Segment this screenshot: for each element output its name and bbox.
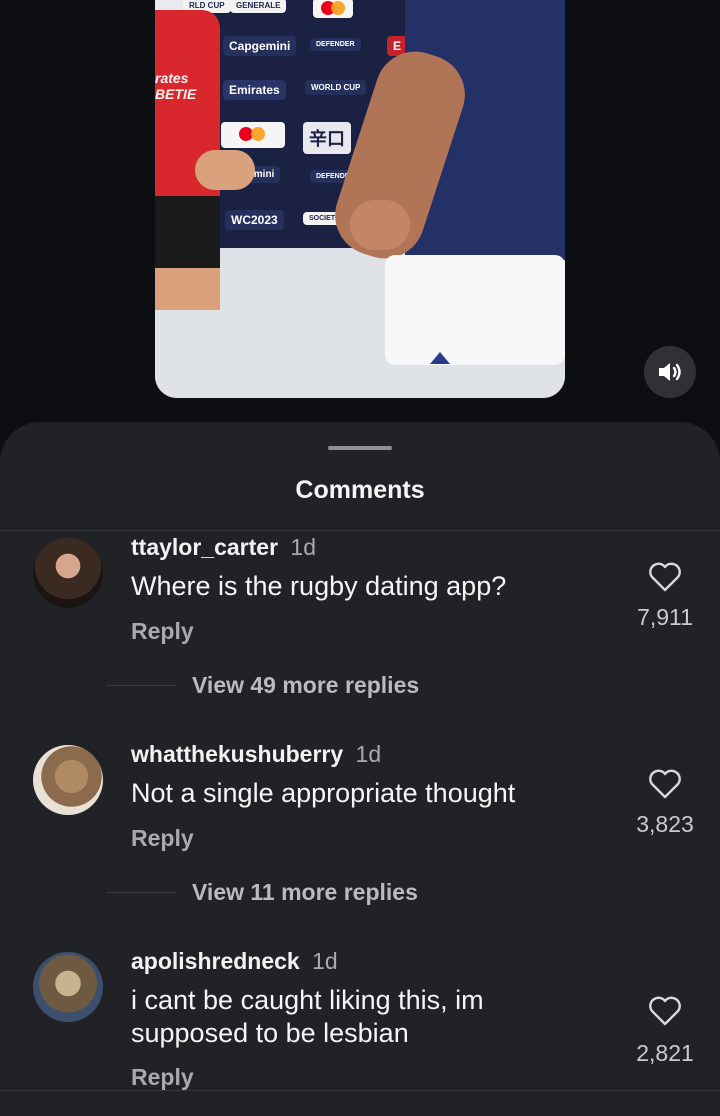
- player-right-shorts: [385, 255, 565, 365]
- sponsor-rugby-world-cup: WORLD CUP: [305, 80, 367, 95]
- comment-time: 1d: [355, 741, 382, 767]
- title-divider: [0, 530, 720, 531]
- avatar[interactable]: [33, 538, 103, 608]
- sponsor-capgemini: Capgemini: [223, 36, 297, 56]
- sponsor-generale: GENERALE: [230, 0, 287, 13]
- comment-username[interactable]: ttaylor_carter: [131, 534, 278, 560]
- comment-text: Where is the rugby dating app?: [131, 571, 507, 601]
- comments-sheet: Comments ttaylor_carter 1d Where is the …: [0, 422, 720, 1116]
- video-frame[interactable]: RLD CUP GENERALE Capgemini DEFENDER E Em…: [155, 0, 565, 398]
- replies-line: [106, 685, 176, 686]
- sheet-drag-handle[interactable]: [328, 446, 392, 450]
- comment-text: i cant be caught liking this, im suppose…: [131, 985, 484, 1048]
- mastercard-logo-2: [221, 122, 285, 148]
- comment-header: apolishredneck 1d: [131, 948, 338, 975]
- left-player-hands: [195, 150, 255, 190]
- heart-icon[interactable]: [648, 769, 682, 799]
- left-shirt-text: rates BETIE: [155, 70, 196, 102]
- comment-username[interactable]: apolishredneck: [131, 948, 300, 974]
- sponsor-emirates: Emirates: [223, 80, 286, 100]
- comment-username[interactable]: whatthekushuberry: [131, 741, 343, 767]
- comment-time: 1d: [312, 948, 338, 974]
- like-count: 3,823: [636, 811, 694, 837]
- volume-button[interactable]: [644, 346, 696, 398]
- left-shirt-betie: BETIE: [155, 86, 197, 102]
- reply-button[interactable]: Reply: [131, 825, 194, 852]
- reply-button[interactable]: Reply: [131, 1064, 194, 1091]
- heart-icon[interactable]: [648, 996, 682, 1026]
- replies-line: [106, 892, 176, 893]
- view-replies-button[interactable]: View 11 more replies: [192, 879, 418, 906]
- view-replies-button[interactable]: View 49 more replies: [192, 672, 419, 699]
- reply-button[interactable]: Reply: [131, 618, 194, 645]
- comment-text: Not a single appropriate thought: [131, 778, 516, 808]
- like-count: 7,911: [637, 604, 693, 630]
- heart-icon[interactable]: [648, 562, 682, 592]
- mastercard-logo: [313, 0, 353, 18]
- bottom-divider: [0, 1090, 720, 1091]
- like-count: 2,821: [636, 1040, 694, 1066]
- speaker-on-icon: [659, 363, 681, 381]
- sponsor-kanji: 辛口: [303, 122, 351, 154]
- comment-header: ttaylor_carter 1d: [131, 534, 316, 561]
- video-area[interactable]: RLD CUP GENERALE Capgemini DEFENDER E Em…: [0, 0, 720, 440]
- comment-time: 1d: [290, 534, 317, 560]
- left-shirt-emirates: rates: [155, 70, 189, 86]
- comment-header: whatthekushuberry 1d: [131, 741, 381, 768]
- avatar[interactable]: [33, 745, 103, 815]
- avatar[interactable]: [33, 952, 103, 1022]
- player-right-hands: [350, 200, 410, 250]
- comments-title: Comments: [295, 476, 425, 504]
- sponsor-rwc2023: WC2023: [225, 210, 284, 230]
- sponsor-defender: DEFENDER: [310, 38, 361, 51]
